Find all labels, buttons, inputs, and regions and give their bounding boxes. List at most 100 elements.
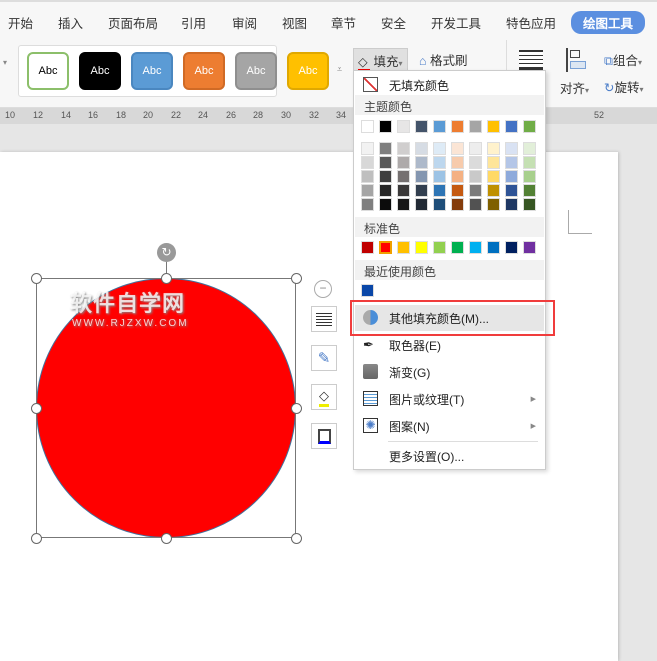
picture-texture-item[interactable]: 图片或纹理(T) ▶ xyxy=(355,386,544,412)
tab-0[interactable]: 开始 xyxy=(8,13,33,32)
theme-color-swatch[interactable] xyxy=(523,120,536,133)
theme-shade-swatch[interactable] xyxy=(397,170,410,183)
tab-5[interactable]: 视图 xyxy=(282,13,307,32)
standard-color-swatch[interactable] xyxy=(433,241,446,254)
theme-shade-swatch[interactable] xyxy=(523,142,536,155)
wrap-text-icon[interactable] xyxy=(519,50,543,70)
rotate-button[interactable]: ↻旋转▾ xyxy=(604,77,644,96)
resize-handle[interactable] xyxy=(31,533,42,544)
theme-shade-swatch[interactable] xyxy=(505,170,518,183)
theme-shade-swatch[interactable] xyxy=(361,142,374,155)
resize-handle[interactable] xyxy=(31,403,42,414)
horizontal-ruler[interactable]: 10 12 14 16 18 20 22 24 26 28 30 32 34 52 xyxy=(0,108,657,124)
shape-style-1[interactable]: Abc xyxy=(79,52,121,90)
theme-shade-swatch[interactable] xyxy=(487,142,500,155)
theme-shade-swatch[interactable] xyxy=(379,198,392,211)
shape-style-4[interactable]: Abc xyxy=(235,52,277,90)
theme-shade-swatch[interactable] xyxy=(415,142,428,155)
theme-shade-swatch[interactable] xyxy=(487,184,500,197)
recent-color-swatch[interactable] xyxy=(361,284,374,297)
theme-shade-swatch[interactable] xyxy=(361,198,374,211)
theme-color-swatch[interactable] xyxy=(415,120,428,133)
tab-8[interactable]: 开发工具 xyxy=(431,13,481,32)
theme-shade-swatch[interactable] xyxy=(397,198,410,211)
theme-shade-swatch[interactable] xyxy=(433,198,446,211)
tab-3[interactable]: 引用 xyxy=(181,13,206,32)
theme-shade-swatch[interactable] xyxy=(379,156,392,169)
layout-options-button[interactable] xyxy=(311,306,337,332)
theme-shade-swatch[interactable] xyxy=(433,170,446,183)
gallery-more-icon[interactable]: ⩡ xyxy=(337,64,342,75)
theme-shade-swatch[interactable] xyxy=(451,142,464,155)
align-button[interactable]: 对齐▾ xyxy=(560,78,589,97)
theme-color-swatch[interactable] xyxy=(451,120,464,133)
rotate-handle-icon[interactable]: ↻ xyxy=(157,243,176,262)
theme-shade-swatch[interactable] xyxy=(361,156,374,169)
scroll-left-icon[interactable]: ▾ xyxy=(3,58,7,67)
theme-shade-swatch[interactable] xyxy=(469,170,482,183)
standard-color-swatch[interactable] xyxy=(415,241,428,254)
resize-handle[interactable] xyxy=(161,273,172,284)
theme-shade-swatch[interactable] xyxy=(451,170,464,183)
shape-style-3[interactable]: Abc xyxy=(183,52,225,90)
theme-shade-swatch[interactable] xyxy=(469,142,482,155)
fill-shortcut-button[interactable]: ◇ xyxy=(311,384,337,410)
theme-shade-swatch[interactable] xyxy=(505,198,518,211)
standard-color-swatch[interactable] xyxy=(361,241,374,254)
theme-shade-swatch[interactable] xyxy=(397,156,410,169)
theme-shade-swatch[interactable] xyxy=(451,156,464,169)
shape-style-0[interactable]: Abc xyxy=(27,52,69,90)
theme-shade-swatch[interactable] xyxy=(379,184,392,197)
format-painter-button[interactable]: ⌂ 格式刷 xyxy=(419,50,468,69)
theme-color-swatch[interactable] xyxy=(469,120,482,133)
theme-shade-swatch[interactable] xyxy=(505,142,518,155)
theme-color-swatch[interactable] xyxy=(433,120,446,133)
theme-shade-swatch[interactable] xyxy=(487,156,500,169)
outline-shortcut-button[interactable] xyxy=(311,423,337,449)
standard-color-swatch[interactable] xyxy=(505,241,518,254)
theme-shade-swatch[interactable] xyxy=(505,156,518,169)
theme-shade-swatch[interactable] xyxy=(523,198,536,211)
tab-6[interactable]: 章节 xyxy=(331,13,356,32)
resize-handle[interactable] xyxy=(291,273,302,284)
shape-style-2[interactable]: Abc xyxy=(131,52,173,90)
theme-shade-swatch[interactable] xyxy=(379,170,392,183)
theme-shade-swatch[interactable] xyxy=(523,170,536,183)
theme-shade-swatch[interactable] xyxy=(523,156,536,169)
standard-color-swatch[interactable] xyxy=(397,241,410,254)
tab-1[interactable]: 插入 xyxy=(58,13,83,32)
outline-style-button[interactable]: ✎ xyxy=(311,345,337,371)
theme-shade-swatch[interactable] xyxy=(451,198,464,211)
theme-shade-swatch[interactable] xyxy=(505,184,518,197)
collapse-icon[interactable]: − xyxy=(314,280,332,298)
theme-shade-swatch[interactable] xyxy=(361,170,374,183)
theme-color-swatch[interactable] xyxy=(379,120,392,133)
tab-10[interactable]: 绘图工具 xyxy=(571,11,646,34)
theme-shade-swatch[interactable] xyxy=(523,184,536,197)
align-icon[interactable] xyxy=(566,48,586,72)
standard-color-swatch[interactable] xyxy=(451,241,464,254)
shape-style-5[interactable]: Abc xyxy=(287,52,329,90)
standard-color-swatch[interactable] xyxy=(469,241,482,254)
theme-shade-swatch[interactable] xyxy=(397,184,410,197)
theme-shade-swatch[interactable] xyxy=(415,170,428,183)
tab-2[interactable]: 页面布局 xyxy=(108,13,158,32)
tab-4[interactable]: 审阅 xyxy=(232,13,257,32)
standard-color-swatch[interactable] xyxy=(487,241,500,254)
theme-shade-swatch[interactable] xyxy=(433,184,446,197)
resize-handle[interactable] xyxy=(31,273,42,284)
standard-color-swatch[interactable] xyxy=(379,241,392,254)
theme-shade-swatch[interactable] xyxy=(415,156,428,169)
theme-shade-swatch[interactable] xyxy=(433,156,446,169)
theme-shade-swatch[interactable] xyxy=(379,142,392,155)
theme-shade-swatch[interactable] xyxy=(469,184,482,197)
theme-shade-swatch[interactable] xyxy=(469,156,482,169)
theme-shade-swatch[interactable] xyxy=(397,142,410,155)
theme-shade-swatch[interactable] xyxy=(469,198,482,211)
standard-color-swatch[interactable] xyxy=(523,241,536,254)
tab-7[interactable]: 安全 xyxy=(381,13,406,32)
theme-shade-swatch[interactable] xyxy=(451,184,464,197)
theme-color-swatch[interactable] xyxy=(505,120,518,133)
theme-color-swatch[interactable] xyxy=(397,120,410,133)
theme-shade-swatch[interactable] xyxy=(487,170,500,183)
